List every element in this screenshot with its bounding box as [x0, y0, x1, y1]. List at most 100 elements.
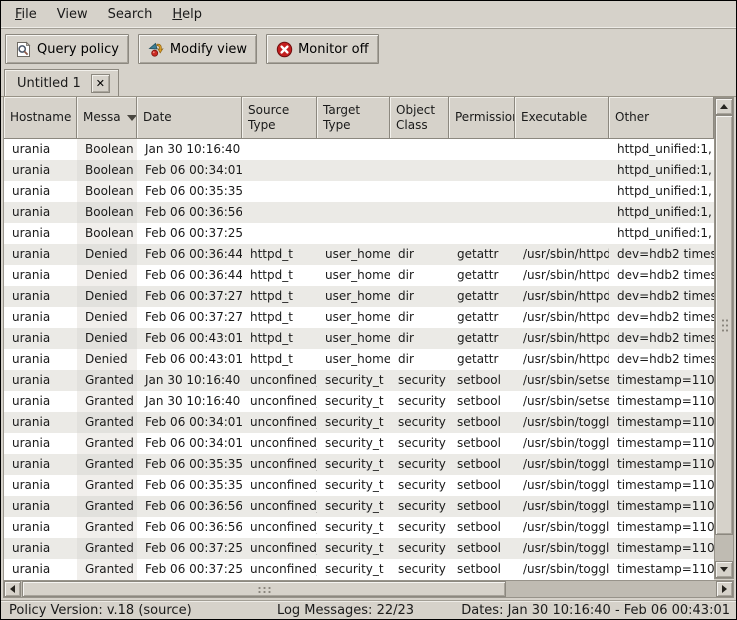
table-cell: Jan 30 10:16:40: [137, 370, 242, 391]
arrow-down-icon: [720, 567, 728, 572]
scroll-left-button[interactable]: [4, 581, 21, 597]
menu-item-help[interactable]: Help: [162, 3, 212, 26]
table-cell: Feb 06 00:34:01: [137, 433, 242, 454]
log-messages-status: Log Messages: 22/23: [263, 603, 428, 618]
status-bar: Policy Version: v.18 (source) Log Messag…: [1, 600, 736, 619]
table-row[interactable]: uraniaGrantedFeb 06 00:35:35unconfined_s…: [4, 454, 714, 475]
table-row[interactable]: uraniaDeniedFeb 06 00:43:01httpd_tuser_h…: [4, 328, 714, 349]
policy-version-status: Policy Version: v.18 (source): [1, 603, 263, 618]
column-header-other[interactable]: Other: [609, 97, 714, 139]
menu-item-view[interactable]: View: [47, 3, 98, 26]
table-row[interactable]: uraniaGrantedFeb 06 00:37:25unconfined_s…: [4, 559, 714, 580]
menu-item-search[interactable]: Search: [98, 3, 163, 26]
table-cell: timestamp=11076: [609, 538, 714, 559]
table-cell: Feb 06 00:43:01: [137, 328, 242, 349]
modify-view-button[interactable]: Modify view: [138, 34, 257, 64]
table-row[interactable]: uraniaBooleanFeb 06 00:35:35httpd_unifie…: [4, 181, 714, 202]
vertical-scrollbar-thumb[interactable]: [715, 115, 733, 535]
table-cell: Granted: [77, 454, 137, 475]
table-row[interactable]: uraniaGrantedFeb 06 00:36:56unconfined_s…: [4, 517, 714, 538]
table-cell: security_t: [317, 433, 390, 454]
table-cell: setbool: [449, 454, 515, 475]
table-row[interactable]: uraniaBooleanFeb 06 00:37:25httpd_unifie…: [4, 223, 714, 244]
column-header-permission[interactable]: Permission: [449, 97, 515, 139]
table-row[interactable]: uraniaDeniedFeb 06 00:43:01httpd_tuser_h…: [4, 349, 714, 370]
table-row[interactable]: uraniaGrantedFeb 06 00:35:35unconfined_s…: [4, 475, 714, 496]
table-cell: Granted: [77, 538, 137, 559]
table-cell: [242, 160, 317, 181]
table-cell: [317, 160, 390, 181]
table-cell: timestamp=11076: [609, 454, 714, 475]
table-cell: setbool: [449, 433, 515, 454]
horizontal-scrollbar[interactable]: [3, 580, 734, 598]
table-cell: Feb 06 00:37:25: [137, 223, 242, 244]
column-header-messa[interactable]: Messa: [77, 97, 137, 139]
table-cell: httpd_t: [242, 328, 317, 349]
column-header-label: Date: [143, 110, 172, 125]
table-cell: Feb 06 00:35:35: [137, 475, 242, 496]
table-cell: httpd_unified:1, h: [609, 139, 714, 160]
table-row[interactable]: uraniaGrantedJan 30 10:16:40unconfined_s…: [4, 391, 714, 412]
table-cell: setbool: [449, 517, 515, 538]
table-cell: /usr/sbin/toggle: [515, 412, 609, 433]
horizontal-scrollbar-thumb[interactable]: [22, 581, 506, 597]
table-row[interactable]: uraniaDeniedFeb 06 00:37:27httpd_tuser_h…: [4, 286, 714, 307]
table-row[interactable]: uraniaBooleanFeb 06 00:34:01httpd_unifie…: [4, 160, 714, 181]
table-cell: Boolean: [77, 223, 137, 244]
scroll-right-button[interactable]: [716, 581, 733, 597]
table-row[interactable]: uraniaGrantedFeb 06 00:34:01unconfined_s…: [4, 433, 714, 454]
tab-untitled-1[interactable]: Untitled 1 ✕: [4, 69, 119, 96]
table-cell: security: [390, 517, 449, 538]
table-row[interactable]: uraniaGrantedJan 30 10:16:40unconfined_s…: [4, 370, 714, 391]
table-cell: Boolean: [77, 181, 137, 202]
table-cell: dev=hdb2 timesta: [609, 328, 714, 349]
table-cell: timestamp=11071: [609, 370, 714, 391]
table-header-row: HostnameMessa Date Source TypeTarget Type O…: [4, 97, 714, 139]
table-cell: [515, 223, 609, 244]
table-cell: /usr/sbin/toggle: [515, 433, 609, 454]
monitor-off-icon: [276, 41, 293, 58]
table-cell: Feb 06 00:34:01: [137, 412, 242, 433]
table-row[interactable]: uraniaGrantedFeb 06 00:37:25unconfined_s…: [4, 538, 714, 559]
table-cell: urania: [4, 433, 77, 454]
column-header-target-type[interactable]: Target Type: [317, 97, 390, 139]
modify-view-icon: [148, 41, 165, 58]
column-header-date[interactable]: Date: [137, 97, 242, 139]
table-cell: [242, 139, 317, 160]
table-cell: [317, 223, 390, 244]
vertical-scrollbar[interactable]: [714, 97, 734, 579]
table-cell: urania: [4, 139, 77, 160]
table-row[interactable]: uraniaDeniedFeb 06 00:36:44httpd_tuser_h…: [4, 265, 714, 286]
table-cell: urania: [4, 349, 77, 370]
table-cell: httpd_t: [242, 265, 317, 286]
column-header-object-class[interactable]: Object Class: [390, 97, 449, 139]
table-cell: urania: [4, 370, 77, 391]
table-cell: security_t: [317, 496, 390, 517]
table-row[interactable]: uraniaDeniedFeb 06 00:36:44httpd_tuser_h…: [4, 244, 714, 265]
table-row[interactable]: uraniaBooleanFeb 06 00:36:56httpd_unifie…: [4, 202, 714, 223]
menu-item-file[interactable]: File: [5, 3, 47, 26]
scroll-down-button[interactable]: [715, 561, 733, 578]
column-header-label: Target Type: [323, 103, 360, 133]
table-cell: Feb 06 00:43:01: [137, 349, 242, 370]
query-policy-button[interactable]: Query policy: [5, 34, 129, 64]
column-header-hostname[interactable]: Hostname: [4, 97, 77, 139]
scroll-up-button[interactable]: [715, 98, 733, 115]
monitor-off-button[interactable]: Monitor off: [266, 34, 378, 64]
table-cell: [515, 160, 609, 181]
table-row[interactable]: uraniaGrantedFeb 06 00:34:01unconfined_s…: [4, 412, 714, 433]
table-cell: unconfined_: [242, 433, 317, 454]
table-row[interactable]: uraniaGrantedFeb 06 00:36:56unconfined_s…: [4, 496, 714, 517]
tab-close-button[interactable]: ✕: [91, 74, 110, 93]
table-cell: unconfined_: [242, 559, 317, 580]
table-cell: httpd_unified:1, h: [609, 181, 714, 202]
scrollbar-grip-icon: [257, 586, 272, 593]
table-cell: dev=hdb2 timesta: [609, 307, 714, 328]
table-cell: unconfined_: [242, 475, 317, 496]
column-header-executable[interactable]: Executable: [515, 97, 609, 139]
table-cell: [515, 202, 609, 223]
table-row[interactable]: uraniaDeniedFeb 06 00:37:27httpd_tuser_h…: [4, 307, 714, 328]
table-cell: /usr/sbin/setseb: [515, 391, 609, 412]
table-row[interactable]: uraniaBooleanJan 30 10:16:40httpd_unifie…: [4, 139, 714, 160]
column-header-source-type[interactable]: Source Type: [242, 97, 317, 139]
